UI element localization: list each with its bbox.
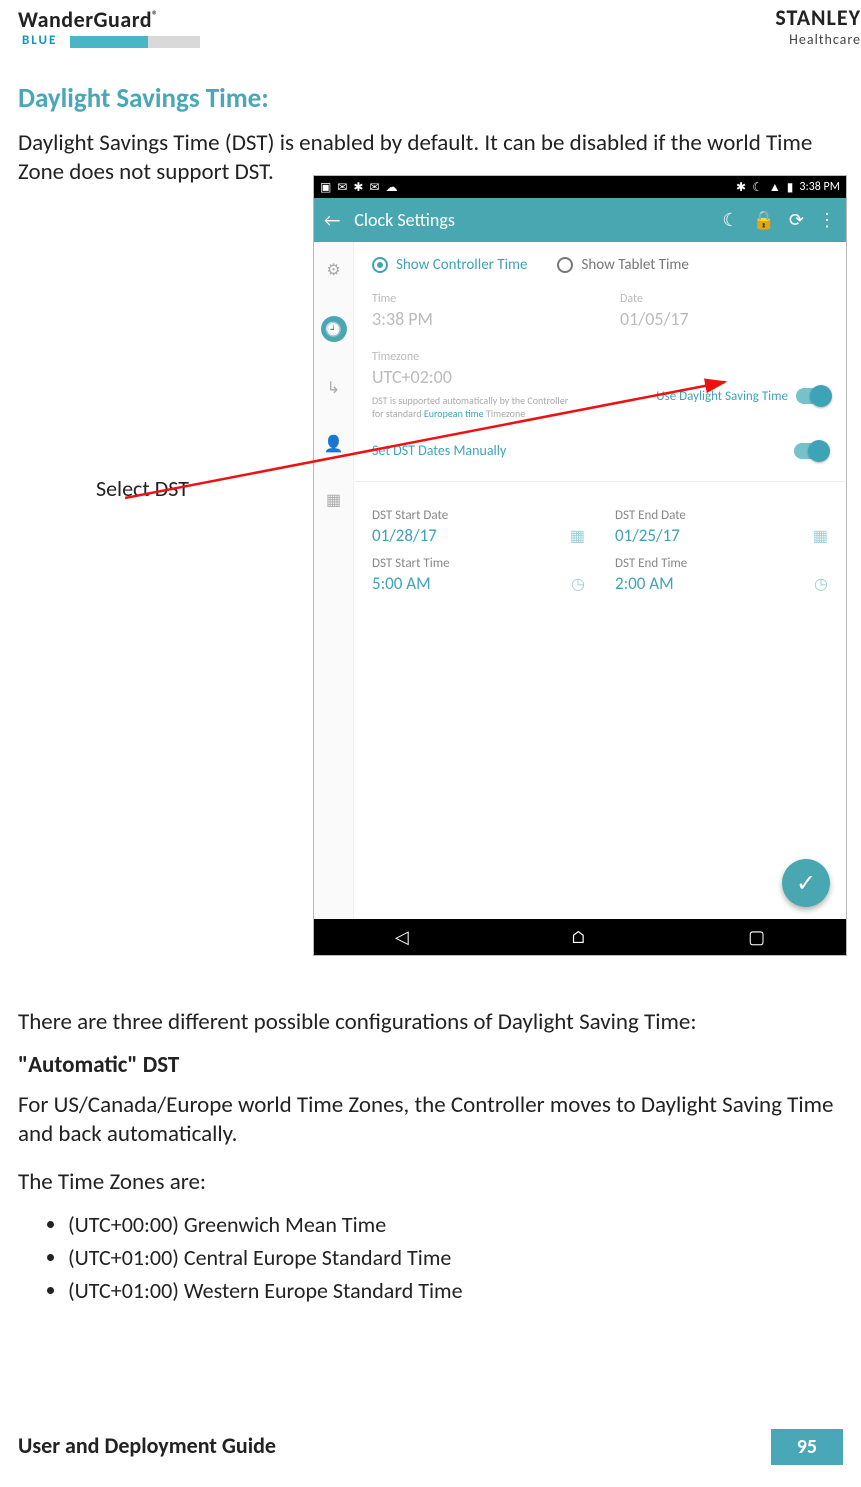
end-time-value[interactable]: 2:00 AM◷ (615, 573, 828, 594)
reg-mark: ® (152, 9, 158, 22)
stanley-logo: STANLEY Healthcare (775, 4, 861, 48)
use-dst-row: Use Daylight Saving Time (656, 388, 830, 404)
status-wifi-icon: ▲ (769, 180, 781, 195)
radio-tablet-time[interactable]: Show Tablet Time (557, 256, 688, 274)
radio-off-icon (557, 257, 573, 273)
status-bt-icon: ✱ (353, 180, 363, 195)
time-label: Time (372, 292, 580, 306)
start-date-value[interactable]: 01/28/17▦ (372, 525, 585, 546)
time-value: 3:38 PM (372, 308, 580, 330)
divider (354, 481, 846, 482)
start-time-value[interactable]: 5:00 AM◷ (372, 573, 585, 594)
dst-note: DST is supported automatically by the Co… (372, 394, 572, 420)
tz-intro: The Time Zones are: (18, 1168, 857, 1197)
page-footer: User and Deployment Guide 95 (18, 1432, 843, 1459)
status-app-icon: ▣ (320, 180, 331, 195)
status-cloud-icon: ☁ (386, 180, 398, 195)
tz-item: (UTC+01:00) Central Europe Standard Time (68, 1244, 857, 1271)
dst-note-link[interactable]: European time (424, 407, 484, 420)
calendar-mini-icon: ▦ (570, 526, 585, 546)
date-value: 01/05/17 (620, 308, 828, 330)
tz-label: Timezone (372, 350, 828, 364)
use-dst-toggle[interactable] (796, 388, 830, 404)
radio-controller-label: Show Controller Time (396, 256, 527, 274)
status-moon-icon: ☾ (752, 180, 763, 195)
back-icon[interactable]: ← (324, 209, 340, 231)
settings-pane: Show Controller Time Show Tablet Time Ti… (354, 242, 846, 919)
status-time: 3:38 PM (799, 180, 840, 194)
clock-mini-icon: ◷ (814, 574, 828, 594)
clock-settings-screenshot: ▣ ✉ ✱ ✉ ☁ ✱ ☾ ▲ ▮ 3:38 PM ← Clock Settin… (313, 175, 847, 956)
dst-dates-row: DST Start Date 01/28/17▦ DST Start Time … (372, 498, 828, 594)
radio-controller-time[interactable]: Show Controller Time (372, 256, 527, 274)
wanderguard-text: WanderGuard (18, 6, 152, 33)
post-screenshot-text: There are three different possible confi… (18, 988, 857, 1310)
content-area: ⚙ 🕘 ↳ 👤 ▦ Show Controller Time Show Tabl… (314, 242, 846, 919)
person-icon[interactable]: 👤 (324, 434, 344, 454)
overflow-icon[interactable]: ⋮ (818, 209, 836, 231)
calendar-mini-icon: ▦ (813, 526, 828, 546)
lock-icon[interactable]: 🔒 (752, 209, 774, 231)
nav-home-icon[interactable]: ⌂ (571, 926, 587, 948)
status-bt2-icon: ✱ (736, 180, 746, 195)
time-source-radios: Show Controller Time Show Tablet Time (372, 256, 828, 274)
nav-back-icon[interactable]: ◁ (395, 926, 409, 948)
end-date-label: DST End Date (615, 508, 828, 523)
tz-item: (UTC+01:00) Western Europe Standard Time (68, 1277, 857, 1304)
tz-list: (UTC+00:00) Greenwich Mean Time (UTC+01:… (48, 1211, 857, 1304)
tz-item: (UTC+00:00) Greenwich Mean Time (68, 1211, 857, 1238)
radio-tablet-label: Show Tablet Time (581, 256, 688, 274)
calendar-icon[interactable]: ▦ (326, 490, 341, 510)
page-number: 95 (771, 1429, 843, 1465)
status-battery-icon: ▮ (787, 180, 794, 195)
status-mail-icon: ✉ (369, 180, 379, 195)
tz-value: UTC+02:00 (372, 366, 828, 388)
time-date-row: Time 3:38 PM Date 01/05/17 (372, 292, 828, 330)
logo-stripe (70, 36, 200, 48)
auto-dst-body: For US/Canada/Europe world Time Zones, t… (18, 1091, 857, 1149)
set-manually-toggle[interactable] (794, 443, 828, 459)
end-time-label: DST End Time (615, 556, 828, 571)
healthcare-text: Healthcare (775, 31, 861, 48)
timezone-row: Timezone UTC+02:00 (372, 350, 828, 388)
header-brands: WanderGuard® BLUE STANLEY Healthcare (0, 0, 861, 60)
moon-icon[interactable]: ☾ (722, 209, 738, 231)
set-manually-row: Set DST Dates Manually (372, 442, 828, 459)
start-date-label: DST Start Date (372, 508, 585, 523)
app-bar: ← Clock Settings ☾ 🔒 ⟳ ⋮ (314, 198, 846, 242)
stanley-text: STANLEY (775, 4, 861, 31)
radio-on-icon (372, 257, 388, 273)
date-label: Date (620, 292, 828, 306)
section-title: Daylight Savings Time: (18, 82, 859, 115)
clock-icon[interactable]: 🕘 (321, 316, 347, 342)
app-bar-title: Clock Settings (354, 209, 455, 231)
nav-recent-icon[interactable]: ▢ (748, 926, 765, 948)
footer-title: User and Deployment Guide (18, 1432, 276, 1459)
annotation-label: Select DST (96, 475, 189, 502)
refresh-icon[interactable]: ⟳ (789, 209, 804, 231)
tree-icon[interactable]: ↳ (327, 378, 340, 398)
confirm-fab[interactable]: ✓ (782, 859, 830, 907)
auto-dst-heading: "Automatic" DST (18, 1051, 857, 1079)
set-manually-label: Set DST Dates Manually (372, 442, 506, 459)
gear-icon[interactable]: ⚙ (326, 260, 340, 280)
clock-mini-icon: ◷ (571, 574, 585, 594)
three-configs: There are three different possible confi… (18, 1008, 857, 1037)
start-time-label: DST Start Time (372, 556, 585, 571)
end-date-value[interactable]: 01/25/17▦ (615, 525, 828, 546)
sidebar: ⚙ 🕘 ↳ 👤 ▦ (314, 242, 354, 919)
use-dst-label: Use Daylight Saving Time (656, 389, 788, 404)
android-nav-bar: ◁ ⌂ ▢ (314, 919, 846, 955)
status-msg-icon: ✉ (337, 180, 347, 195)
android-status-bar: ▣ ✉ ✱ ✉ ☁ ✱ ☾ ▲ ▮ 3:38 PM (314, 176, 846, 198)
